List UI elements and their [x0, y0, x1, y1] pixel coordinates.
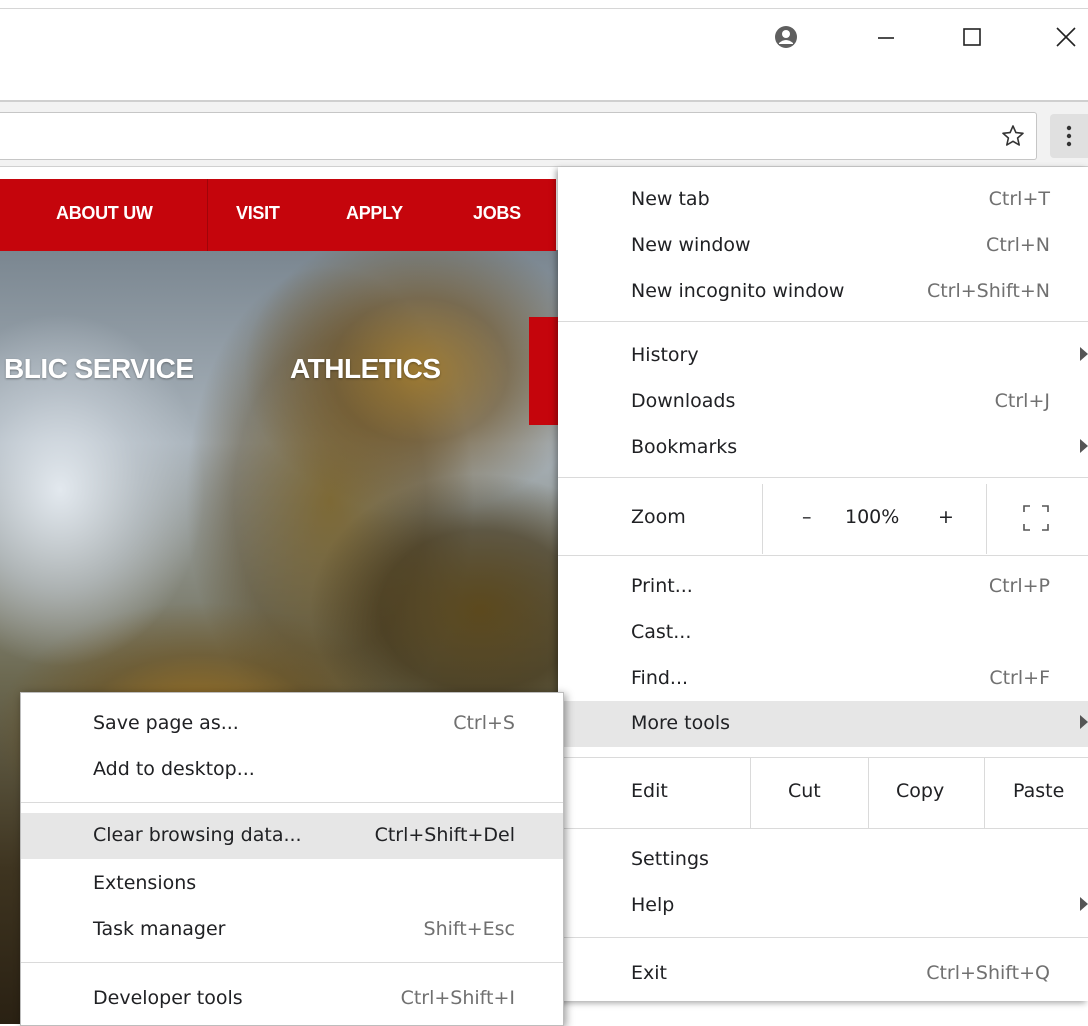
tab-strip-edge — [0, 8, 1088, 9]
menu-item-label: New incognito window — [631, 280, 845, 302]
zoom-in-button[interactable]: + — [938, 506, 954, 528]
menu-item-label: New window — [631, 234, 751, 256]
menu-divider — [558, 321, 1088, 322]
edit-label: Edit — [631, 780, 668, 802]
menu-bookmarks[interactable]: Bookmarks — [558, 425, 1088, 471]
submenu-developer-tools[interactable]: Developer tools Ctrl+Shift+I — [21, 976, 563, 1022]
main-nav-public-service[interactable]: BLIC SERVICE — [4, 353, 194, 385]
menu-item-shortcut: Ctrl+P — [988, 575, 1050, 597]
menu-zoom-row: Zoom – 100% + — [558, 484, 1088, 554]
menu-item-label: Exit — [631, 962, 667, 984]
menu-divider — [558, 555, 1088, 556]
menu-item-label: Help — [631, 894, 675, 916]
menu-new-incognito[interactable]: New incognito window Ctrl+Shift+N — [558, 269, 1088, 315]
bookmark-star-icon[interactable] — [998, 121, 1028, 151]
copy-button[interactable]: Copy — [896, 780, 944, 802]
zoom-out-button[interactable]: – — [802, 506, 812, 528]
menu-item-label: Save page as... — [93, 712, 239, 734]
menu-settings[interactable]: Settings — [558, 837, 1088, 883]
account-icon[interactable] — [756, 14, 816, 60]
title-bar — [0, 0, 1088, 102]
menu-downloads[interactable]: Downloads Ctrl+J — [558, 379, 1088, 425]
browser-toolbar — [0, 102, 1088, 167]
submenu-add-to-desktop[interactable]: Add to desktop... — [21, 747, 563, 793]
menu-item-shortcut: Ctrl+Shift+I — [400, 987, 515, 1009]
nav-jobs[interactable]: JOBS — [473, 203, 521, 224]
menu-item-label: Clear browsing data... — [93, 824, 302, 846]
menu-item-shortcut: Ctrl+J — [994, 390, 1050, 412]
menu-item-label: Add to desktop... — [93, 758, 255, 780]
menu-item-label: Task manager — [93, 918, 226, 940]
menu-item-shortcut: Ctrl+S — [453, 712, 515, 734]
menu-history[interactable]: History — [558, 333, 1088, 379]
edit-divider — [984, 758, 985, 828]
submenu-arrow-icon — [1080, 439, 1088, 453]
nav-about-uw[interactable]: ABOUT UW — [56, 203, 153, 224]
menu-divider — [21, 802, 563, 803]
menu-print[interactable]: Print... Ctrl+P — [558, 564, 1088, 610]
menu-divider — [21, 962, 563, 963]
menu-item-label: More tools — [631, 712, 731, 734]
address-bar[interactable] — [0, 112, 1037, 160]
menu-dots-icon[interactable] — [1050, 114, 1088, 158]
menu-item-label: Find... — [631, 667, 689, 689]
site-top-nav: ABOUT UW VISIT APPLY JOBS — [0, 179, 556, 251]
menu-cast[interactable]: Cast... — [558, 610, 1088, 656]
cut-button[interactable]: Cut — [788, 780, 821, 802]
submenu-save-page[interactable]: Save page as... Ctrl+S — [21, 701, 563, 747]
nav-visit[interactable]: VISIT — [236, 203, 280, 224]
menu-help[interactable]: Help — [558, 883, 1088, 929]
menu-new-window[interactable]: New window Ctrl+N — [558, 223, 1088, 269]
menu-item-label: Settings — [631, 848, 709, 870]
fullscreen-icon[interactable] — [1022, 504, 1050, 536]
menu-divider — [558, 937, 1088, 938]
menu-new-tab[interactable]: New tab Ctrl+T — [558, 177, 1088, 223]
menu-item-shortcut: Ctrl+Shift+Del — [374, 824, 515, 846]
menu-item-label: Bookmarks — [631, 436, 738, 458]
menu-item-shortcut: Ctrl+Shift+Q — [926, 962, 1050, 984]
menu-item-shortcut: Ctrl+Shift+N — [926, 280, 1050, 302]
menu-find[interactable]: Find... Ctrl+F — [558, 656, 1088, 702]
close-icon[interactable] — [1036, 14, 1088, 60]
zoom-level: 100% — [845, 506, 900, 528]
menu-item-label: Extensions — [93, 872, 197, 894]
menu-item-shortcut: Ctrl+F — [989, 667, 1050, 689]
main-nav-athletics[interactable]: ATHLETICS — [290, 353, 441, 385]
minimize-icon[interactable] — [856, 14, 916, 60]
nav-divider — [207, 179, 208, 251]
menu-item-shortcut: Ctrl+T — [988, 188, 1050, 210]
edit-divider — [750, 758, 751, 828]
submenu-clear-browsing-data[interactable]: Clear browsing data... Ctrl+Shift+Del — [21, 813, 563, 859]
menu-item-label: Print... — [631, 575, 693, 597]
menu-item-shortcut: Shift+Esc — [423, 918, 515, 940]
menu-exit[interactable]: Exit Ctrl+Shift+Q — [558, 951, 1088, 997]
menu-more-tools[interactable]: More tools — [558, 701, 1088, 747]
menu-edit-row: Edit Cut Copy Paste — [558, 758, 1088, 828]
menu-item-label: Developer tools — [93, 987, 243, 1009]
submenu-arrow-icon — [1080, 715, 1088, 729]
submenu-extensions[interactable]: Extensions — [21, 861, 563, 907]
submenu-task-manager[interactable]: Task manager Shift+Esc — [21, 907, 563, 953]
menu-item-label: Cast... — [631, 621, 692, 643]
menu-item-shortcut: Ctrl+N — [986, 234, 1050, 256]
zoom-divider — [762, 484, 763, 554]
paste-button[interactable]: Paste — [1013, 780, 1064, 802]
nav-apply[interactable]: APPLY — [346, 203, 403, 224]
menu-item-label: Downloads — [631, 390, 736, 412]
submenu-arrow-icon — [1080, 897, 1088, 911]
edit-divider — [868, 758, 869, 828]
more-tools-submenu: Save page as... Ctrl+S Add to desktop...… — [20, 692, 564, 1026]
menu-divider — [558, 828, 1088, 829]
zoom-label: Zoom — [631, 506, 686, 528]
red-tab — [529, 317, 560, 425]
maximize-icon[interactable] — [942, 14, 1002, 60]
menu-item-label: History — [631, 344, 699, 366]
chrome-main-menu: New tab Ctrl+T New window Ctrl+N New inc… — [558, 167, 1088, 1001]
menu-divider — [558, 477, 1088, 478]
submenu-arrow-icon — [1080, 347, 1088, 361]
menu-item-label: New tab — [631, 188, 710, 210]
zoom-divider — [986, 484, 987, 554]
